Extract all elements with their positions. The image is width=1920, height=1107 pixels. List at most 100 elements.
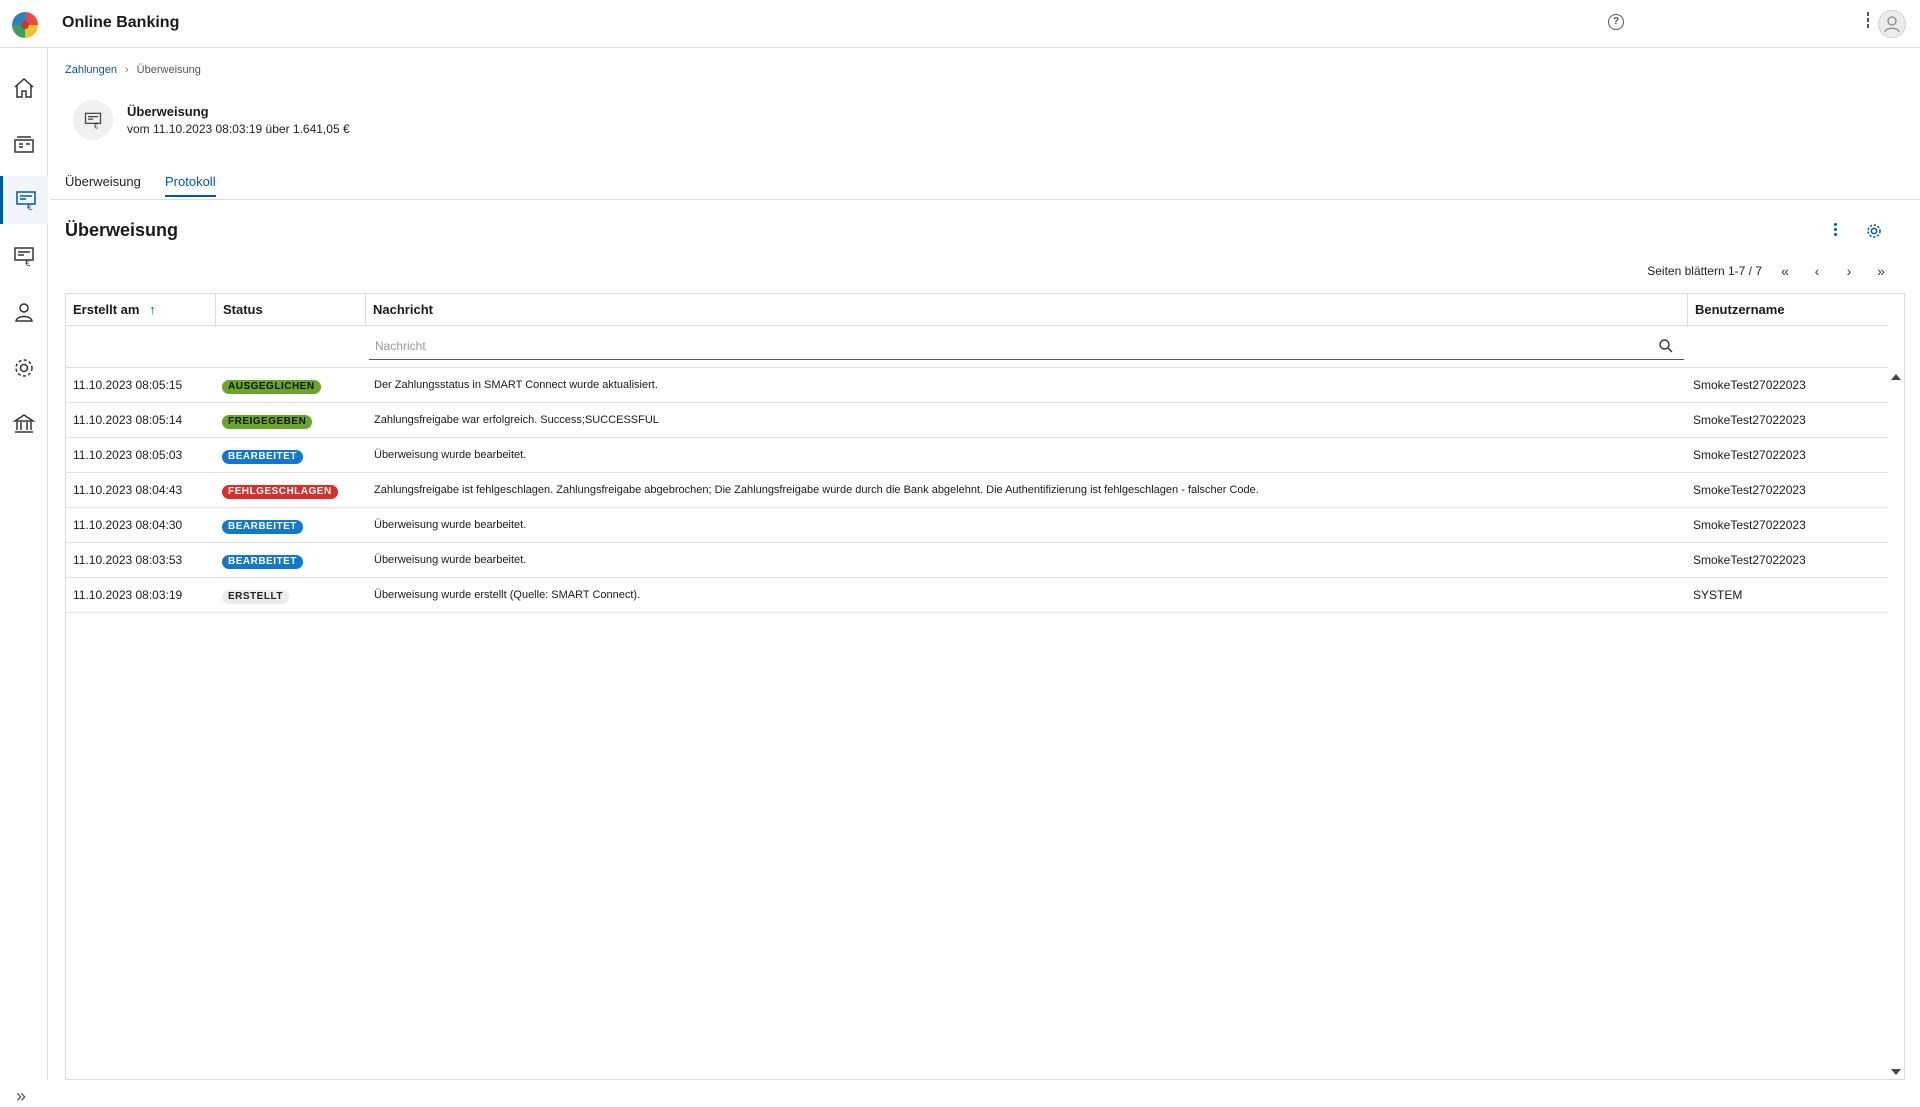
message-filter-input[interactable] [369, 332, 1684, 360]
message-cell: Überweisung wurde erstellt (Quelle: SMAR… [374, 589, 641, 601]
vertical-scrollbar[interactable] [1887, 368, 1904, 1079]
bank-icon [12, 414, 36, 433]
table-row[interactable]: 11.10.2023 08:03:19 ERSTELLT Überweisung… [66, 578, 1888, 613]
last-page-icon[interactable]: » [1872, 262, 1890, 280]
message-cell: Zahlungsfreigabe war erfolgreich. Succes… [374, 414, 659, 426]
top-header: Online Banking ? [0, 0, 1920, 48]
search-icon[interactable] [1658, 338, 1674, 354]
svg-text:€: € [94, 121, 99, 130]
more-options-icon[interactable] [1866, 12, 1870, 36]
sidebar-item-bank[interactable] [0, 400, 48, 448]
status-cell: BEARBEITET [222, 448, 303, 464]
sidebar-item-home[interactable] [0, 64, 48, 112]
user-icon [15, 303, 33, 322]
table-header: Erstellt am ↑ Status Nachricht Benutzern… [66, 294, 1888, 326]
sidebar-item-accounts[interactable] [0, 120, 48, 168]
document-subtitle: vom 11.10.2023 08:03:19 über 1.641,05 € [127, 122, 350, 136]
username-cell: SmokeTest27022023 [1693, 483, 1806, 497]
message-cell: Der Zahlungsstatus in SMART Connect wurd… [374, 379, 658, 391]
username-cell: SmokeTest27022023 [1693, 448, 1806, 462]
table-body: 11.10.2023 08:05:15 AUSGEGLICHEN Der Zah… [66, 368, 1888, 613]
tab-ueberweisung[interactable]: Überweisung [65, 174, 141, 195]
scroll-down-icon[interactable] [1891, 1069, 1901, 1075]
sidebar-item-payments[interactable]: € [0, 176, 48, 224]
first-page-icon[interactable]: « [1776, 262, 1794, 280]
scroll-up-icon[interactable] [1891, 374, 1901, 380]
avatar[interactable] [1878, 10, 1906, 38]
sidebar: € € » [0, 48, 48, 1106]
username-cell: SmokeTest27022023 [1693, 378, 1806, 392]
column-header-message[interactable]: Nachricht [366, 294, 1688, 325]
column-header-username[interactable]: Benutzername [1688, 294, 1888, 325]
table-row[interactable]: 11.10.2023 08:05:03 BEARBEITET Überweisu… [66, 438, 1888, 473]
payments-icon: € [15, 191, 36, 212]
table-row[interactable]: 11.10.2023 08:04:30 BEARBEITET Überweisu… [66, 508, 1888, 543]
status-badge: AUSGEGLICHEN [222, 380, 321, 394]
username-cell: SmokeTest27022023 [1693, 413, 1806, 427]
section-title: Überweisung [65, 220, 179, 240]
message-cell: Zahlungsfreigabe ist fehlgeschlagen. Zah… [374, 484, 1259, 496]
column-header-status[interactable]: Status [216, 294, 366, 325]
table-settings-icon[interactable] [1865, 222, 1883, 240]
status-badge: BEARBEITET [222, 450, 303, 464]
column-header-created[interactable]: Erstellt am ↑ [66, 294, 216, 325]
filter-row [66, 326, 1888, 368]
gear-icon [15, 359, 33, 377]
help-icon[interactable]: ? [1608, 14, 1624, 30]
status-badge: ERSTELLT [222, 590, 289, 604]
created-cell: 11.10.2023 08:04:43 [73, 483, 183, 497]
breadcrumb: Zahlungen › Überweisung [65, 64, 201, 76]
table-row[interactable]: 11.10.2023 08:05:15 AUSGEGLICHEN Der Zah… [66, 368, 1888, 403]
table-row[interactable]: 11.10.2023 08:04:43 FEHLGESCHLAGEN Zahlu… [66, 473, 1888, 508]
message-cell: Überweisung wurde bearbeitet. [374, 519, 527, 531]
sidebar-item-users[interactable] [0, 288, 48, 336]
previous-page-icon[interactable]: ‹ [1808, 262, 1826, 280]
home-icon [14, 77, 34, 98]
status-badge: FREIGEGEBEN [222, 415, 313, 429]
status-badge: BEARBEITET [222, 555, 303, 569]
more-options-icon[interactable] [1834, 223, 1838, 241]
svg-text:€: € [27, 203, 33, 212]
status-cell: ERSTELLT [222, 588, 289, 604]
table-row[interactable]: 11.10.2023 08:05:14 FREIGEGEBEN Zahlungs… [66, 403, 1888, 438]
username-cell: SYSTEM [1693, 588, 1743, 602]
pagination-text: Seiten blättern 1-7 / 7 [1647, 264, 1762, 278]
logo-icon[interactable] [12, 12, 38, 38]
payment-document-icon: € [14, 247, 34, 268]
sort-ascending-icon[interactable]: ↑ [149, 302, 156, 317]
expand-sidebar-icon[interactable]: » [16, 1086, 26, 1107]
created-cell: 11.10.2023 08:03:53 [73, 553, 183, 567]
user-avatar-icon [1884, 16, 1900, 33]
app-title: Online Banking [62, 14, 180, 31]
created-cell: 11.10.2023 08:04:30 [73, 518, 183, 532]
status-cell: BEARBEITET [222, 518, 303, 534]
status-badge: FEHLGESCHLAGEN [222, 485, 338, 499]
pagination: Seiten blättern 1-7 / 7 « ‹ › » [1647, 262, 1890, 280]
message-cell: Überweisung wurde bearbeitet. [374, 554, 527, 566]
table-row[interactable]: 11.10.2023 08:03:53 BEARBEITET Überweisu… [66, 543, 1888, 578]
created-cell: 11.10.2023 08:05:15 [73, 378, 183, 392]
username-cell: SmokeTest27022023 [1693, 518, 1806, 532]
payment-document-icon: € [73, 100, 113, 140]
created-cell: 11.10.2023 08:05:14 [73, 413, 183, 427]
svg-text:€: € [25, 259, 31, 268]
username-cell: SmokeTest27022023 [1693, 553, 1806, 567]
document-title: Überweisung [127, 104, 209, 119]
status-badge: BEARBEITET [222, 520, 303, 534]
column-header-label: Erstellt am [73, 302, 140, 317]
accounts-icon [14, 136, 34, 153]
tab-protokoll[interactable]: Protokoll [165, 174, 216, 197]
status-cell: AUSGEGLICHEN [222, 378, 321, 394]
created-cell: 11.10.2023 08:05:03 [73, 448, 183, 462]
breadcrumb-link-zahlungen[interactable]: Zahlungen [65, 64, 117, 76]
message-cell: Überweisung wurde bearbeitet. [374, 449, 527, 461]
status-cell: FEHLGESCHLAGEN [222, 483, 338, 499]
created-cell: 11.10.2023 08:03:19 [73, 588, 183, 602]
sidebar-item-settings[interactable] [0, 344, 48, 392]
sidebar-item-payment-documents[interactable]: € [0, 232, 48, 280]
chevron-right-icon: › [125, 64, 129, 76]
next-page-icon[interactable]: › [1840, 262, 1858, 280]
protocol-table: Erstellt am ↑ Status Nachricht Benutzern… [65, 293, 1905, 1080]
status-cell: FREIGEGEBEN [222, 413, 313, 429]
status-cell: BEARBEITET [222, 553, 303, 569]
